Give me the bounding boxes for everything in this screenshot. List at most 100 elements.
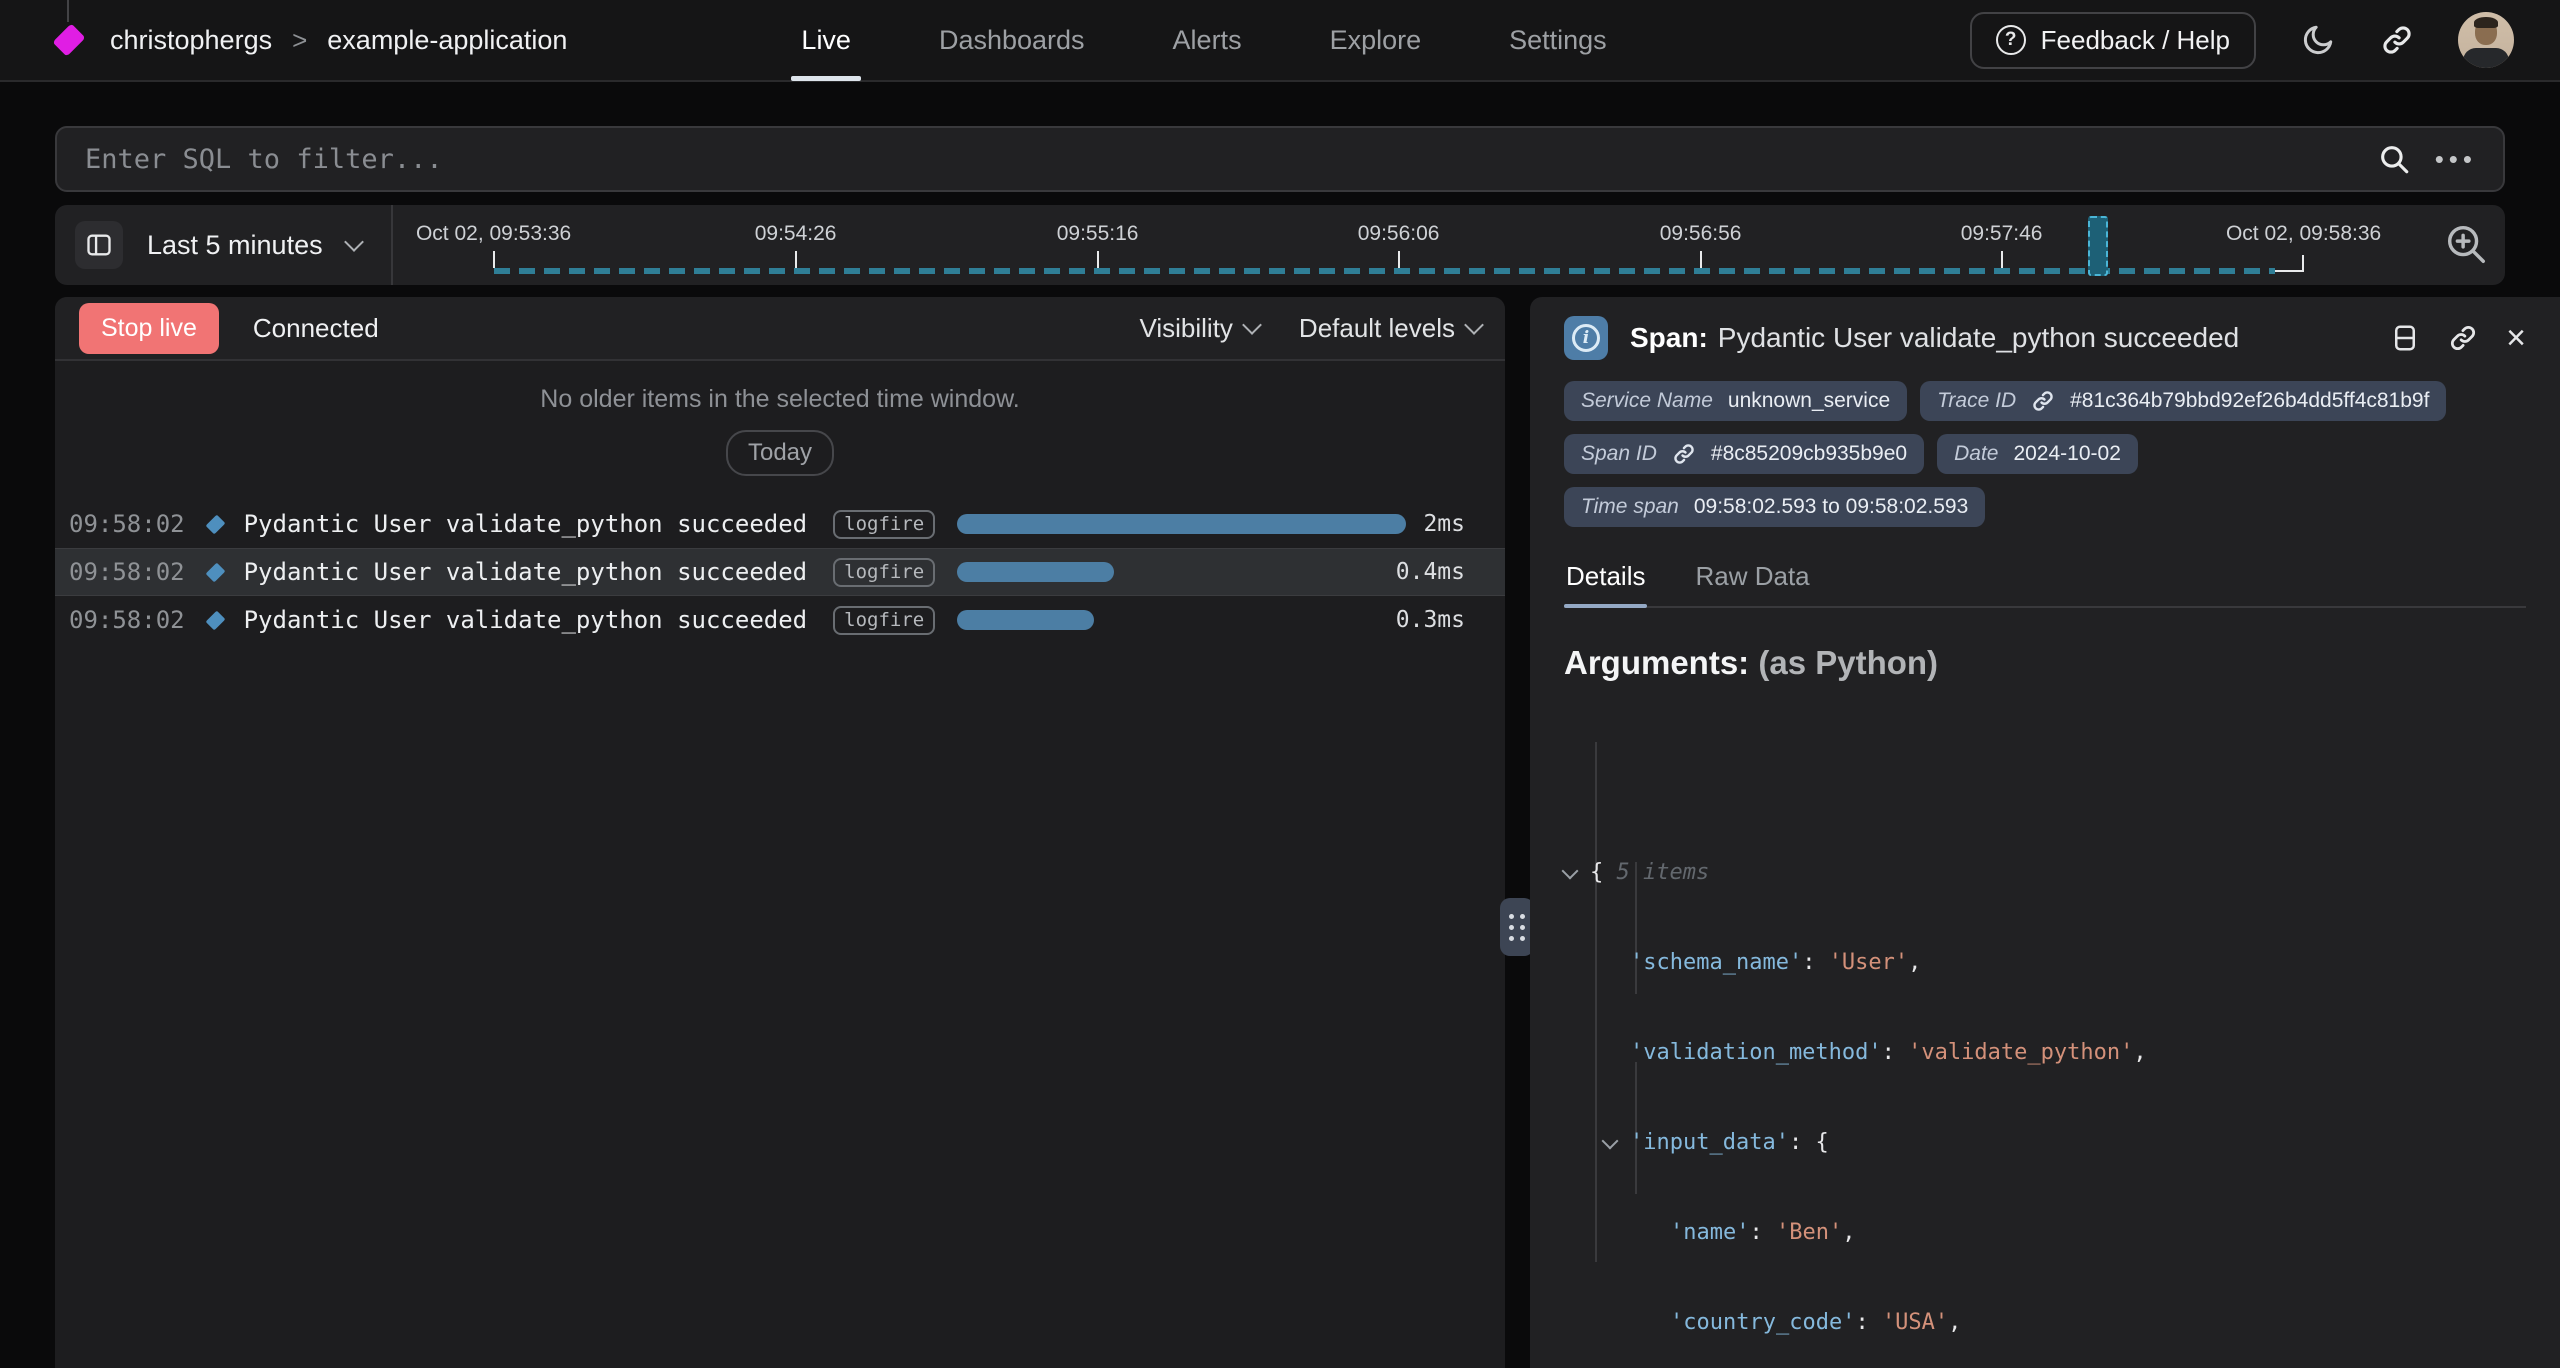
breadcrumb-separator: > bbox=[292, 25, 307, 56]
timeline-activity-dashes bbox=[494, 268, 2275, 274]
default-levels-dropdown[interactable]: Default levels bbox=[1299, 313, 1481, 344]
more-options-icon[interactable]: ••• bbox=[2435, 146, 2477, 172]
empty-state: No older items in the selected time wind… bbox=[55, 361, 1505, 496]
nav-right: ? Feedback / Help bbox=[1970, 12, 2514, 69]
nav-tab-settings[interactable]: Settings bbox=[1465, 0, 1651, 81]
nav-tab-live[interactable]: Live bbox=[757, 0, 895, 81]
avatar-body bbox=[2463, 48, 2509, 68]
timeline-tickmark bbox=[1398, 251, 1400, 268]
badge-service-name: Service Name unknown_service bbox=[1564, 381, 1907, 421]
span-row[interactable]: 09:58:02 Pydantic User validate_python s… bbox=[55, 596, 1505, 644]
stop-live-button[interactable]: Stop live bbox=[79, 303, 219, 354]
row-tag-logfire[interactable]: logfire bbox=[833, 558, 935, 587]
row-tag-logfire[interactable]: logfire bbox=[833, 606, 935, 635]
timeline-tick-label: 09:56:06 bbox=[1358, 222, 1440, 246]
chevron-down-icon bbox=[344, 232, 364, 252]
code-line: 'schema_name': 'User', bbox=[1590, 942, 2526, 982]
duration-bar bbox=[957, 562, 1114, 582]
duration-bar bbox=[957, 514, 1406, 534]
span-title-prefix: Span: bbox=[1630, 322, 1708, 353]
feedback-help-label: Feedback / Help bbox=[2041, 25, 2230, 56]
row-tag-logfire[interactable]: logfire bbox=[833, 510, 935, 539]
breadcrumb-project[interactable]: example-application bbox=[327, 25, 567, 56]
row-duration: 0.4ms bbox=[1396, 559, 1465, 585]
logfire-logo-icon[interactable] bbox=[52, 23, 85, 56]
tab-details[interactable]: Details bbox=[1564, 551, 1647, 606]
span-title: Span:Pydantic User validate_python succe… bbox=[1630, 322, 2239, 354]
feedback-help-button[interactable]: ? Feedback / Help bbox=[1970, 12, 2256, 69]
span-diamond-icon bbox=[205, 610, 225, 630]
sql-filter-input[interactable] bbox=[83, 143, 2377, 176]
arguments-python-view: { 5 items 'schema_name': 'User', 'valida… bbox=[1590, 702, 2526, 1368]
search-icon[interactable] bbox=[2377, 142, 2411, 176]
timeline-tick-label: 09:55:16 bbox=[1057, 222, 1139, 246]
span-row-selected[interactable]: 09:58:02 Pydantic User validate_python s… bbox=[55, 548, 1505, 596]
nav-tab-alerts[interactable]: Alerts bbox=[1129, 0, 1286, 81]
row-message: Pydantic User validate_python succeeded bbox=[244, 558, 808, 586]
live-view-header: Stop live Connected Visibility Default l… bbox=[55, 297, 1505, 361]
timeline-track[interactable]: Oct 02, 09:53:36 09:54:26 09:55:16 09:56… bbox=[393, 205, 2505, 285]
span-diamond-icon bbox=[205, 562, 225, 582]
timeline-tickmark bbox=[493, 251, 495, 268]
live-view-panel: Stop live Connected Visibility Default l… bbox=[55, 297, 1505, 1368]
badge-time-span: Time span 09:58:02.593 to 09:58:02.593 bbox=[1564, 487, 1985, 527]
time-range-selector[interactable]: Last 5 minutes bbox=[147, 230, 323, 261]
visibility-label: Visibility bbox=[1139, 313, 1232, 344]
code-line: 'input_data': { bbox=[1590, 1122, 2526, 1162]
row-timestamp: 09:58:02 bbox=[69, 558, 185, 586]
row-duration: 2ms bbox=[1423, 511, 1465, 537]
breadcrumb-org[interactable]: christophergs bbox=[110, 25, 272, 56]
timeline-activity-spike bbox=[2088, 216, 2108, 276]
zoom-in-icon[interactable] bbox=[2443, 221, 2489, 267]
timeline-tickmark bbox=[2001, 251, 2003, 268]
span-diamond-icon bbox=[205, 514, 225, 534]
badge-date: Date 2024-10-02 bbox=[1937, 434, 2138, 474]
detail-tabs: Details Raw Data bbox=[1564, 551, 2526, 608]
timeline-tick-label: Oct 02, 09:58:36 bbox=[2226, 222, 2381, 246]
share-link-icon[interactable] bbox=[2380, 23, 2414, 57]
span-detail-panel: i Span:Pydantic User validate_python suc… bbox=[1530, 297, 2560, 1368]
visibility-dropdown[interactable]: Visibility bbox=[1139, 313, 1258, 344]
tab-raw-data[interactable]: Raw Data bbox=[1693, 551, 1811, 606]
row-timestamp: 09:58:02 bbox=[69, 510, 185, 538]
sidebar-toggle-icon[interactable] bbox=[75, 221, 123, 269]
trace-link-icon bbox=[2031, 389, 2055, 413]
timeline-tick-label: 09:54:26 bbox=[755, 222, 837, 246]
logo-stem bbox=[67, 0, 69, 22]
panel-resize-handle[interactable] bbox=[1500, 898, 1534, 956]
collapse-chevron-icon[interactable] bbox=[1562, 863, 1579, 880]
span-detail-header: i Span:Pydantic User validate_python suc… bbox=[1564, 307, 2526, 369]
timeline-window-end-tick bbox=[2302, 255, 2304, 272]
code-line: 'country_code': 'USA', bbox=[1590, 1302, 2526, 1342]
split-panel-icon[interactable] bbox=[2390, 323, 2420, 353]
dark-mode-moon-icon[interactable] bbox=[2300, 22, 2336, 58]
copy-link-icon[interactable] bbox=[2448, 323, 2478, 353]
question-circle-icon: ? bbox=[1996, 25, 2026, 55]
nav-tab-dashboards[interactable]: Dashboards bbox=[895, 0, 1129, 81]
time-range-controls: Last 5 minutes bbox=[55, 205, 393, 285]
nav-tab-explore[interactable]: Explore bbox=[1286, 0, 1466, 81]
timeline-tick-label: 09:56:56 bbox=[1660, 222, 1742, 246]
default-levels-label: Default levels bbox=[1299, 313, 1455, 344]
timeline-window-end-line bbox=[2275, 270, 2304, 272]
code-line: 'name': 'Ben', bbox=[1590, 1212, 2526, 1252]
badge-span-id[interactable]: Span ID #8c85209cb935b9e0 bbox=[1564, 434, 1924, 474]
today-button[interactable]: Today bbox=[726, 430, 834, 476]
empty-state-message: No older items in the selected time wind… bbox=[55, 385, 1505, 414]
span-row[interactable]: 09:58:02 Pydantic User validate_python s… bbox=[55, 500, 1505, 548]
row-message: Pydantic User validate_python succeeded bbox=[244, 510, 808, 538]
span-attribute-badges: Service Name unknown_service Trace ID #8… bbox=[1564, 381, 2494, 527]
badge-trace-id[interactable]: Trace ID #81c364b79bbd92ef26b4dd5ff4c81b… bbox=[1920, 381, 2446, 421]
sql-filter-bar: ••• bbox=[55, 126, 2505, 192]
chevron-down-icon bbox=[1242, 315, 1262, 335]
top-nav: christophergs > example-application Live… bbox=[0, 0, 2560, 82]
row-duration: 0.3ms bbox=[1396, 607, 1465, 633]
close-icon[interactable]: × bbox=[2506, 321, 2526, 355]
connection-status: Connected bbox=[253, 313, 379, 344]
nav-tabs: Live Dashboards Alerts Explore Settings bbox=[757, 0, 1650, 81]
user-avatar[interactable] bbox=[2458, 12, 2514, 68]
timeline-tickmark bbox=[1700, 251, 1702, 268]
chevron-down-icon bbox=[1464, 315, 1484, 335]
collapse-chevron-icon[interactable] bbox=[1602, 1133, 1619, 1150]
row-message: Pydantic User validate_python succeeded bbox=[244, 606, 808, 634]
